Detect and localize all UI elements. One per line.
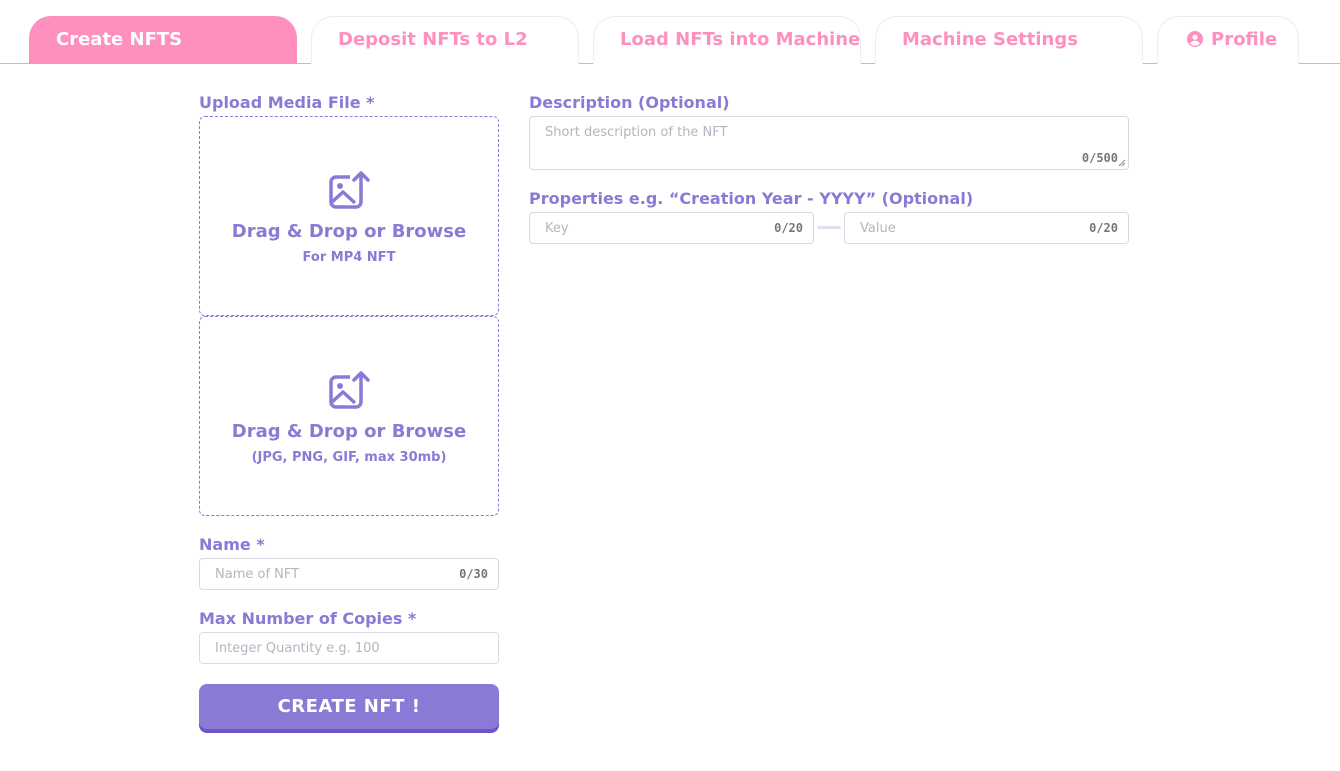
dropzone-title: Drag & Drop or Browse [231, 221, 467, 242]
dropzone-subtitle: For MP4 NFT [302, 250, 396, 265]
tab-label: Create NFTS [56, 29, 183, 50]
name-input[interactable] [200, 559, 498, 589]
property-value-wrapper: 0/20 [844, 212, 1129, 244]
property-key-wrapper: 0/20 [529, 212, 814, 244]
tab-label: Profile [1211, 29, 1278, 50]
max-copies-field-wrapper [199, 632, 499, 664]
property-value-input[interactable] [845, 213, 1128, 243]
description-field-wrapper: 0/500 [529, 116, 1129, 170]
resize-grip-icon[interactable] [1118, 159, 1126, 167]
tab-deposit-nfts[interactable]: Deposit NFTs to L2 [311, 16, 579, 64]
dropzone-subtitle: (JPG, PNG, GIF, max 30mb) [251, 450, 447, 465]
tab-machine-settings[interactable]: Machine Settings [875, 16, 1143, 64]
name-char-counter: 0/30 [459, 567, 488, 581]
image-dropzone[interactable]: Drag & Drop or Browse (JPG, PNG, GIF, ma… [199, 316, 499, 516]
tab-profile[interactable]: Profile [1157, 16, 1299, 64]
image-upload-icon [329, 171, 370, 209]
max-copies-label: Max Number of Copies * [199, 609, 417, 628]
create-nft-button[interactable]: CREATE NFT ! [199, 684, 499, 729]
tab-load-nfts[interactable]: Load NFTs into Machine [593, 16, 861, 64]
description-char-counter: 0/500 [1081, 151, 1118, 165]
tab-bar: Create NFTS Deposit NFTs to L2 Load NFTs… [0, 0, 1340, 64]
name-field-wrapper: 0/30 [199, 558, 499, 590]
user-circle-icon [1187, 31, 1203, 47]
tab-label: Load NFTs into Machine [620, 29, 861, 50]
tab-create-nfts[interactable]: Create NFTS [29, 16, 297, 64]
max-copies-input[interactable] [200, 633, 498, 663]
key-char-counter: 0/20 [774, 221, 803, 235]
property-key-input[interactable] [530, 213, 813, 243]
dropzone-title: Drag & Drop or Browse [231, 421, 467, 442]
description-label: Description (Optional) [529, 93, 730, 112]
properties-label: Properties e.g. “Creation Year - YYYY” (… [529, 189, 974, 208]
value-char-counter: 0/20 [1089, 221, 1118, 235]
tab-label: Deposit NFTs to L2 [338, 29, 528, 50]
upload-media-label: Upload Media File * [199, 93, 375, 112]
image-upload-icon [329, 371, 370, 409]
property-separator [817, 226, 841, 229]
description-textarea[interactable] [530, 117, 1128, 169]
tab-label: Machine Settings [902, 29, 1078, 50]
name-label: Name * [199, 535, 265, 554]
mp4-dropzone[interactable]: Drag & Drop or Browse For MP4 NFT [199, 116, 499, 316]
